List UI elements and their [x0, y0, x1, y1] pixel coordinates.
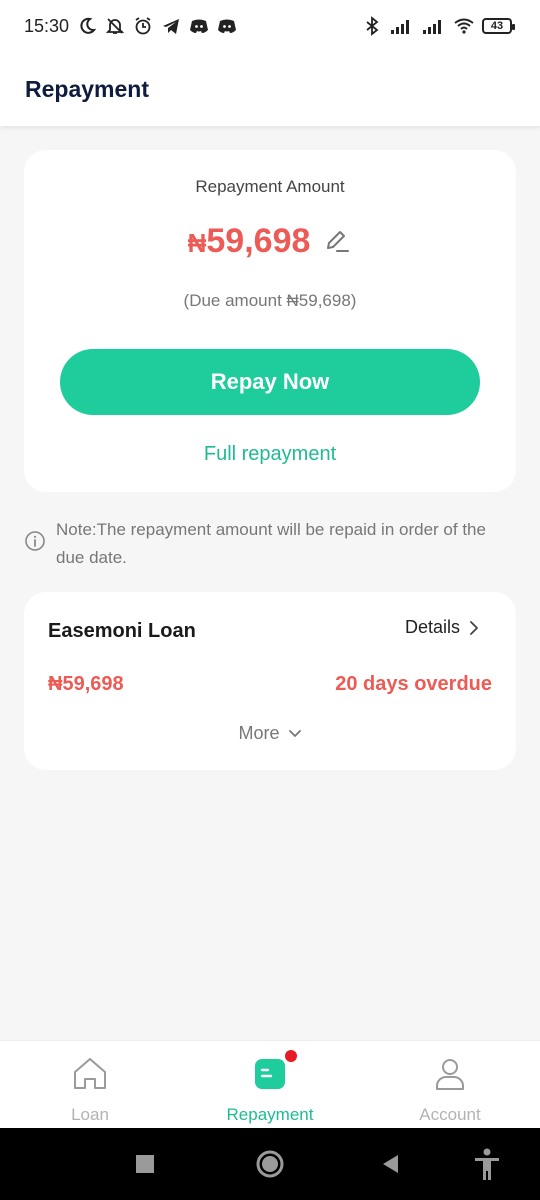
back-button[interactable]	[360, 1128, 420, 1200]
bottom-nav: Loan Repayment Account	[0, 1040, 540, 1128]
nav-label-account: Account	[419, 1105, 481, 1124]
more-label: More	[238, 723, 280, 743]
circle-icon	[256, 1150, 284, 1178]
repayment-amount-label: Repayment Amount	[195, 177, 345, 196]
amount-value: 59,698	[206, 222, 311, 260]
overdue-status: 20 days overdue	[335, 673, 492, 695]
signal-icon	[391, 20, 409, 34]
repayment-amount: ₦59,698	[188, 222, 311, 261]
alarm-icon	[135, 17, 151, 35]
bluetooth-icon	[366, 16, 379, 36]
discord-icon	[190, 19, 209, 33]
edit-pencil-icon[interactable]	[322, 227, 352, 257]
nav-label-loan: Loan	[71, 1105, 109, 1124]
battery-icon: 43	[482, 18, 515, 34]
note-text: Note:The repayment amount will be repaid…	[56, 520, 486, 567]
discord-icon	[218, 19, 237, 33]
accessibility-icon	[475, 1148, 499, 1180]
signal-icon	[423, 20, 441, 34]
amount-row: ₦59,698	[24, 222, 516, 261]
wifi-icon	[454, 18, 474, 34]
user-icon	[436, 1059, 464, 1090]
nav-item-loan[interactable]: Loan	[0, 1041, 180, 1128]
status-time: 15:30	[24, 15, 70, 36]
app-header: Repayment	[0, 52, 540, 126]
accessibility-button[interactable]	[457, 1128, 517, 1200]
repayment-note: Note:The repayment amount will be repaid…	[24, 516, 516, 572]
status-bar: 15:30 43	[0, 0, 540, 52]
loan-card: Easemoni Loan Details ₦59,698 20 days ov…	[24, 592, 516, 770]
home-icon	[74, 1058, 106, 1089]
due-amount: (Due amount ₦59,698)	[183, 291, 357, 310]
full-repayment-link[interactable]: Full repayment	[24, 443, 516, 466]
notification-dot	[285, 1050, 297, 1062]
details-label: Details	[404, 617, 460, 637]
repayment-card: Repayment Amount ₦59,698 (Due amount ₦59…	[24, 150, 516, 492]
currency-symbol: ₦	[187, 228, 207, 258]
repayment-icon	[251, 1050, 297, 1093]
loan-amount: ₦59,698	[48, 673, 124, 695]
loan-name: Easemoni Loan	[48, 620, 196, 642]
chevron-right-icon	[470, 620, 478, 635]
nav-item-repayment[interactable]: Repayment	[180, 1041, 360, 1128]
system-nav-bar	[0, 1128, 540, 1200]
more-toggle[interactable]: More	[24, 723, 516, 744]
details-link[interactable]: Details	[405, 617, 480, 638]
recents-button[interactable]	[115, 1128, 175, 1200]
home-button[interactable]	[240, 1128, 300, 1200]
nav-item-account[interactable]: Account	[360, 1041, 540, 1128]
chevron-down-icon	[288, 729, 301, 737]
info-icon	[25, 531, 45, 551]
page-title: Repayment	[25, 75, 149, 102]
moon-icon	[80, 17, 97, 34]
back-triangle-icon	[383, 1155, 398, 1173]
telegram-icon	[163, 19, 180, 34]
bell-off-icon	[105, 18, 125, 34]
repay-now-button[interactable]: Repay Now	[60, 349, 480, 415]
nav-label-repayment: Repayment	[226, 1105, 314, 1124]
square-icon	[136, 1155, 154, 1173]
